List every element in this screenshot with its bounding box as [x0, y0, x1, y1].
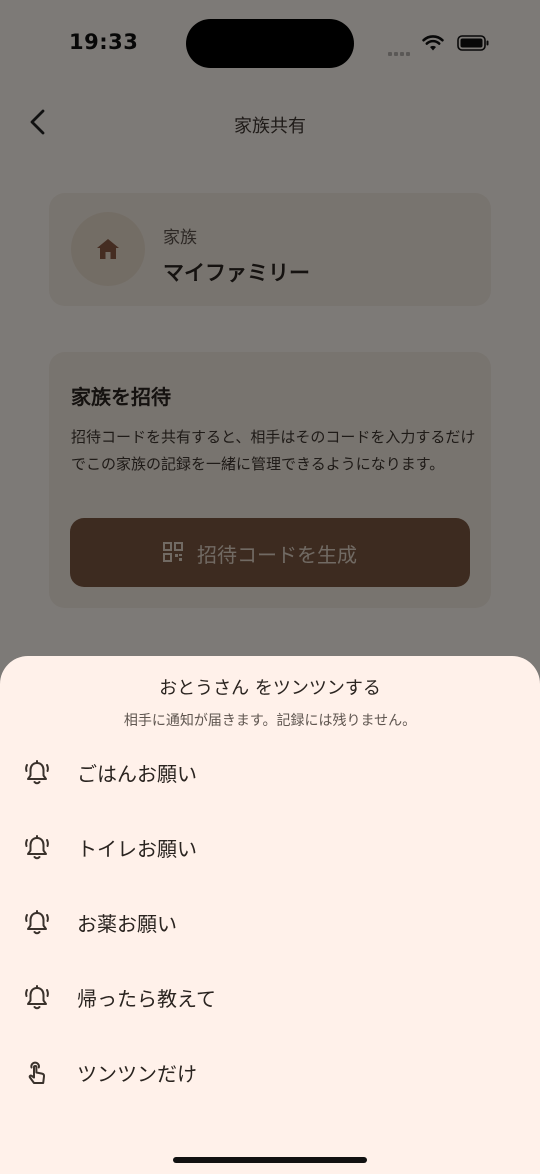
option-label: トイレお願い [77, 837, 197, 861]
bell-alert-icon [25, 760, 49, 785]
sheet-subtitle: 相手に通知が届きます。記録には残りません。 [123, 713, 417, 729]
option-label: ごはんお願い [77, 762, 197, 786]
option-toilet-request[interactable]: トイレお願い [0, 820, 540, 895]
sheet-title: おとうさん をツンツンする [159, 678, 381, 699]
option-meal-request[interactable]: ごはんお願い [0, 745, 540, 820]
tap-finger-icon [28, 1061, 46, 1084]
bell-alert-icon [25, 985, 49, 1010]
option-label: お薬お願い [77, 912, 177, 936]
nudge-bottom-sheet: おとうさん をツンツンする 相手に通知が届きます。記録には残りません。 ごはんお… [0, 656, 540, 1174]
bell-alert-icon [25, 835, 49, 860]
option-notify-when-home[interactable]: 帰ったら教えて [0, 970, 540, 1045]
option-label: 帰ったら教えて [77, 987, 216, 1011]
option-label: ツンツンだけ [77, 1062, 197, 1086]
option-just-nudge[interactable]: ツンツンだけ [0, 1045, 540, 1120]
home-indicator[interactable] [173, 1157, 367, 1163]
bell-alert-icon [25, 910, 49, 935]
option-medicine-request[interactable]: お薬お願い [0, 895, 540, 970]
